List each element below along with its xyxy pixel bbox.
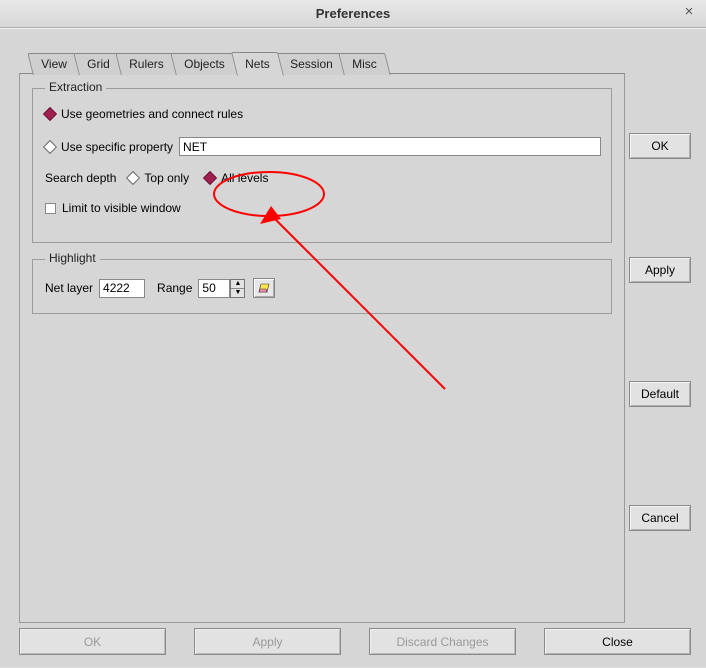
- apply-button[interactable]: Apply: [629, 257, 691, 283]
- close-icon[interactable]: ×: [680, 4, 698, 22]
- tab-objects[interactable]: Objects: [170, 53, 238, 75]
- eraser-button[interactable]: [253, 278, 275, 298]
- extraction-legend: Extraction: [45, 80, 106, 94]
- chevron-down-icon[interactable]: ▼: [231, 289, 244, 297]
- specific-property-input[interactable]: [179, 137, 601, 156]
- radio-top-only-label: Top only: [144, 171, 189, 185]
- radio-all-levels-label: All levels: [221, 171, 268, 185]
- bottom-button-bar: OK Apply Discard Changes Close: [19, 628, 691, 655]
- bottom-close-button[interactable]: Close: [544, 628, 691, 655]
- cancel-button[interactable]: Cancel: [629, 505, 691, 531]
- checkbox-limit-visible-label: Limit to visible window: [62, 201, 181, 215]
- ok-button[interactable]: OK: [629, 133, 691, 159]
- netlayer-input[interactable]: [99, 279, 145, 298]
- window-title: Preferences: [316, 6, 390, 21]
- side-button-column: OK Apply Default Cancel: [629, 133, 691, 531]
- tab-view[interactable]: View: [27, 53, 80, 75]
- range-spinner[interactable]: ▲ ▼: [230, 279, 245, 298]
- groupbox-highlight: Highlight Net layer Range ▲ ▼: [32, 259, 612, 314]
- tab-panel: Extraction Use geometries and connect ru…: [19, 73, 625, 623]
- radio-geometry-label: Use geometries and connect rules: [61, 107, 243, 121]
- window-body: View Grid Rulers Objects Nets Session Mi…: [0, 28, 706, 667]
- tab-nets[interactable]: Nets: [231, 52, 284, 76]
- eraser-icon: [257, 282, 271, 294]
- tab-row: View Grid Rulers Objects Nets Session Mi…: [30, 51, 386, 75]
- range-input[interactable]: [198, 279, 230, 298]
- bottom-ok-button[interactable]: OK: [19, 628, 166, 655]
- radio-specific-property[interactable]: [43, 139, 57, 153]
- checkbox-limit-visible[interactable]: [45, 203, 56, 214]
- range-label: Range: [157, 281, 192, 295]
- radio-all-levels[interactable]: [203, 171, 217, 185]
- radio-geometry[interactable]: [43, 107, 57, 121]
- titlebar: Preferences ×: [0, 0, 706, 28]
- tab-rulers[interactable]: Rulers: [116, 53, 178, 75]
- bottom-discard-button[interactable]: Discard Changes: [369, 628, 516, 655]
- tab-session[interactable]: Session: [276, 53, 346, 75]
- radio-top-only[interactable]: [126, 171, 140, 185]
- bottom-apply-button[interactable]: Apply: [194, 628, 341, 655]
- tab-misc[interactable]: Misc: [338, 53, 390, 75]
- highlight-legend: Highlight: [45, 251, 100, 265]
- radio-specific-property-label: Use specific property: [61, 140, 173, 154]
- default-button[interactable]: Default: [629, 381, 691, 407]
- chevron-up-icon[interactable]: ▲: [231, 280, 244, 289]
- search-depth-label: Search depth: [45, 171, 116, 185]
- netlayer-label: Net layer: [45, 281, 93, 295]
- groupbox-extraction: Extraction Use geometries and connect ru…: [32, 88, 612, 243]
